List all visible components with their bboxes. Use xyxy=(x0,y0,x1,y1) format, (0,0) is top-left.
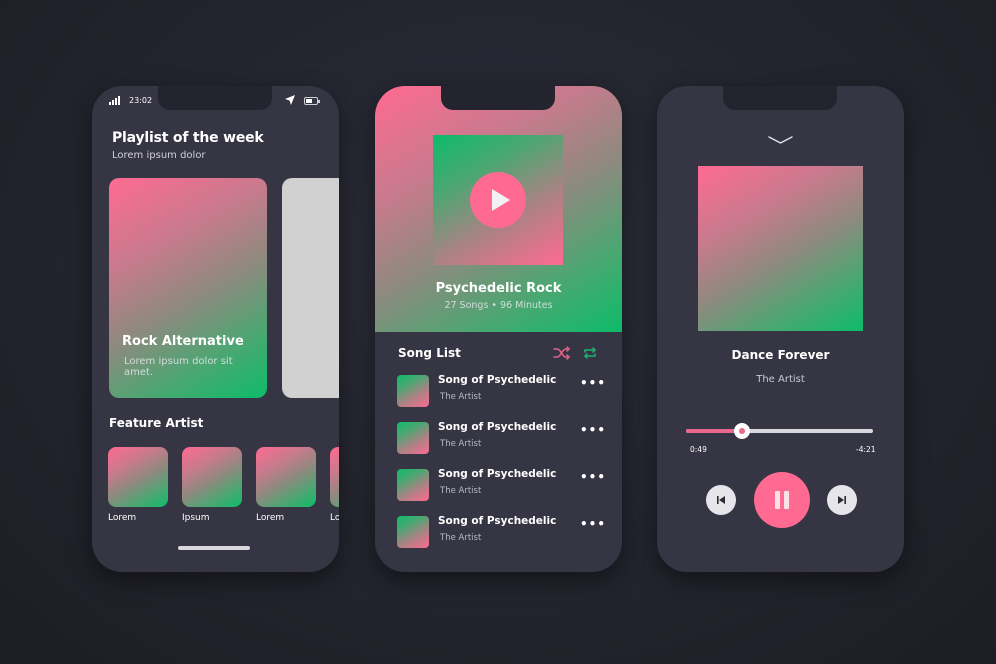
album-cover xyxy=(433,135,563,265)
remaining-time: -4:21 xyxy=(856,445,876,454)
next-icon xyxy=(838,496,846,504)
play-button[interactable] xyxy=(470,172,526,228)
song-title: Song of Psychedelic xyxy=(438,421,557,433)
notch xyxy=(441,86,555,110)
phone-now-playing-screen: Dance Forever The Artist 0:49 -4:21 xyxy=(657,86,904,572)
elapsed-time: 0:49 xyxy=(690,445,707,454)
more-icon[interactable]: ••• xyxy=(580,517,606,531)
song-row[interactable]: Song of Psychedelic The Artist ••• xyxy=(397,421,607,468)
pause-icon xyxy=(775,491,780,509)
artist-name: Lorem xyxy=(330,513,339,523)
artist-name: Ipsum xyxy=(182,513,210,523)
song-row[interactable]: Song of Psychedelic The Artist ••• xyxy=(397,468,607,515)
song-artist: The Artist xyxy=(440,439,482,449)
next-button[interactable] xyxy=(827,485,857,515)
song-row[interactable]: Song of Psychedelic The Artist ••• xyxy=(397,374,607,421)
song-thumbnail xyxy=(397,516,429,548)
phone-album-screen: Psychedelic Rock 27 Songs • 96 Minutes S… xyxy=(375,86,622,572)
artist-thumbnail xyxy=(256,447,316,507)
artist-thumbnail xyxy=(330,447,339,507)
artist-item[interactable]: Ipsum xyxy=(182,447,242,523)
artist-thumbnail xyxy=(108,447,168,507)
playlist-card-subtitle: Lorem ipsum dolor sit amet. xyxy=(124,356,233,378)
artist-thumbnail xyxy=(182,447,242,507)
artist-list: Lorem Ipsum Lorem Lorem xyxy=(108,447,339,523)
more-icon[interactable]: ••• xyxy=(580,376,606,390)
playlist-card-rock-alternative[interactable]: Rock Alternative Lorem ipsum dolor sit a… xyxy=(109,178,267,398)
pause-icon xyxy=(784,491,789,509)
repeat-icon[interactable] xyxy=(582,345,598,361)
chevron-down-icon[interactable] xyxy=(768,130,793,144)
more-icon[interactable]: ••• xyxy=(580,470,606,484)
album-header: Psychedelic Rock 27 Songs • 96 Minutes xyxy=(375,86,622,332)
track-title: Dance Forever xyxy=(731,348,830,362)
playlist-card-title: Rock Alternative xyxy=(122,334,244,349)
song-list-heading: Song List xyxy=(398,346,461,360)
song-artist: The Artist xyxy=(440,533,482,543)
song-artist: The Artist xyxy=(440,392,482,402)
artist-name: Lorem xyxy=(256,513,285,523)
notch xyxy=(158,86,272,110)
phone-playlist-screen: 23:02 Playlist of the week Lorem ipsum d… xyxy=(92,86,339,572)
shuffle-icon[interactable] xyxy=(553,345,571,361)
now-playing-artwork xyxy=(698,166,863,331)
artist-item[interactable]: Lorem xyxy=(108,447,168,523)
progress-handle[interactable] xyxy=(734,423,751,439)
song-list: Song of Psychedelic The Artist ••• Song … xyxy=(397,374,607,562)
page-title: Playlist of the week xyxy=(112,130,264,146)
battery-icon xyxy=(304,97,320,105)
album-title: Psychedelic Rock xyxy=(435,281,562,296)
song-title: Song of Psychedelic xyxy=(438,374,557,386)
song-title: Song of Psychedelic xyxy=(438,515,557,527)
song-thumbnail xyxy=(397,469,429,501)
track-artist: The Artist xyxy=(756,374,805,385)
song-thumbnail xyxy=(397,375,429,407)
signal-icon xyxy=(109,96,120,105)
status-time: 23:02 xyxy=(129,96,153,105)
previous-button[interactable] xyxy=(706,485,736,515)
pause-button[interactable] xyxy=(754,472,810,528)
playlist-card-next[interactable] xyxy=(282,178,339,398)
more-icon[interactable]: ••• xyxy=(580,423,606,437)
song-thumbnail xyxy=(397,422,429,454)
album-meta: 27 Songs • 96 Minutes xyxy=(444,300,553,311)
progress-slider[interactable] xyxy=(686,423,873,439)
home-indicator[interactable] xyxy=(178,546,250,550)
artist-item[interactable]: Lorem xyxy=(256,447,316,523)
feature-artist-heading: Feature Artist xyxy=(109,416,204,430)
play-icon xyxy=(491,189,510,211)
song-title: Song of Psychedelic xyxy=(438,468,557,480)
previous-icon xyxy=(717,496,725,504)
page-subtitle: Lorem ipsum dolor xyxy=(112,150,206,161)
artist-name: Lorem xyxy=(108,513,137,523)
artist-item[interactable]: Lorem xyxy=(330,447,339,523)
song-row[interactable]: Song of Psychedelic The Artist ••• xyxy=(397,515,607,562)
notch xyxy=(723,86,837,110)
song-artist: The Artist xyxy=(440,486,482,496)
